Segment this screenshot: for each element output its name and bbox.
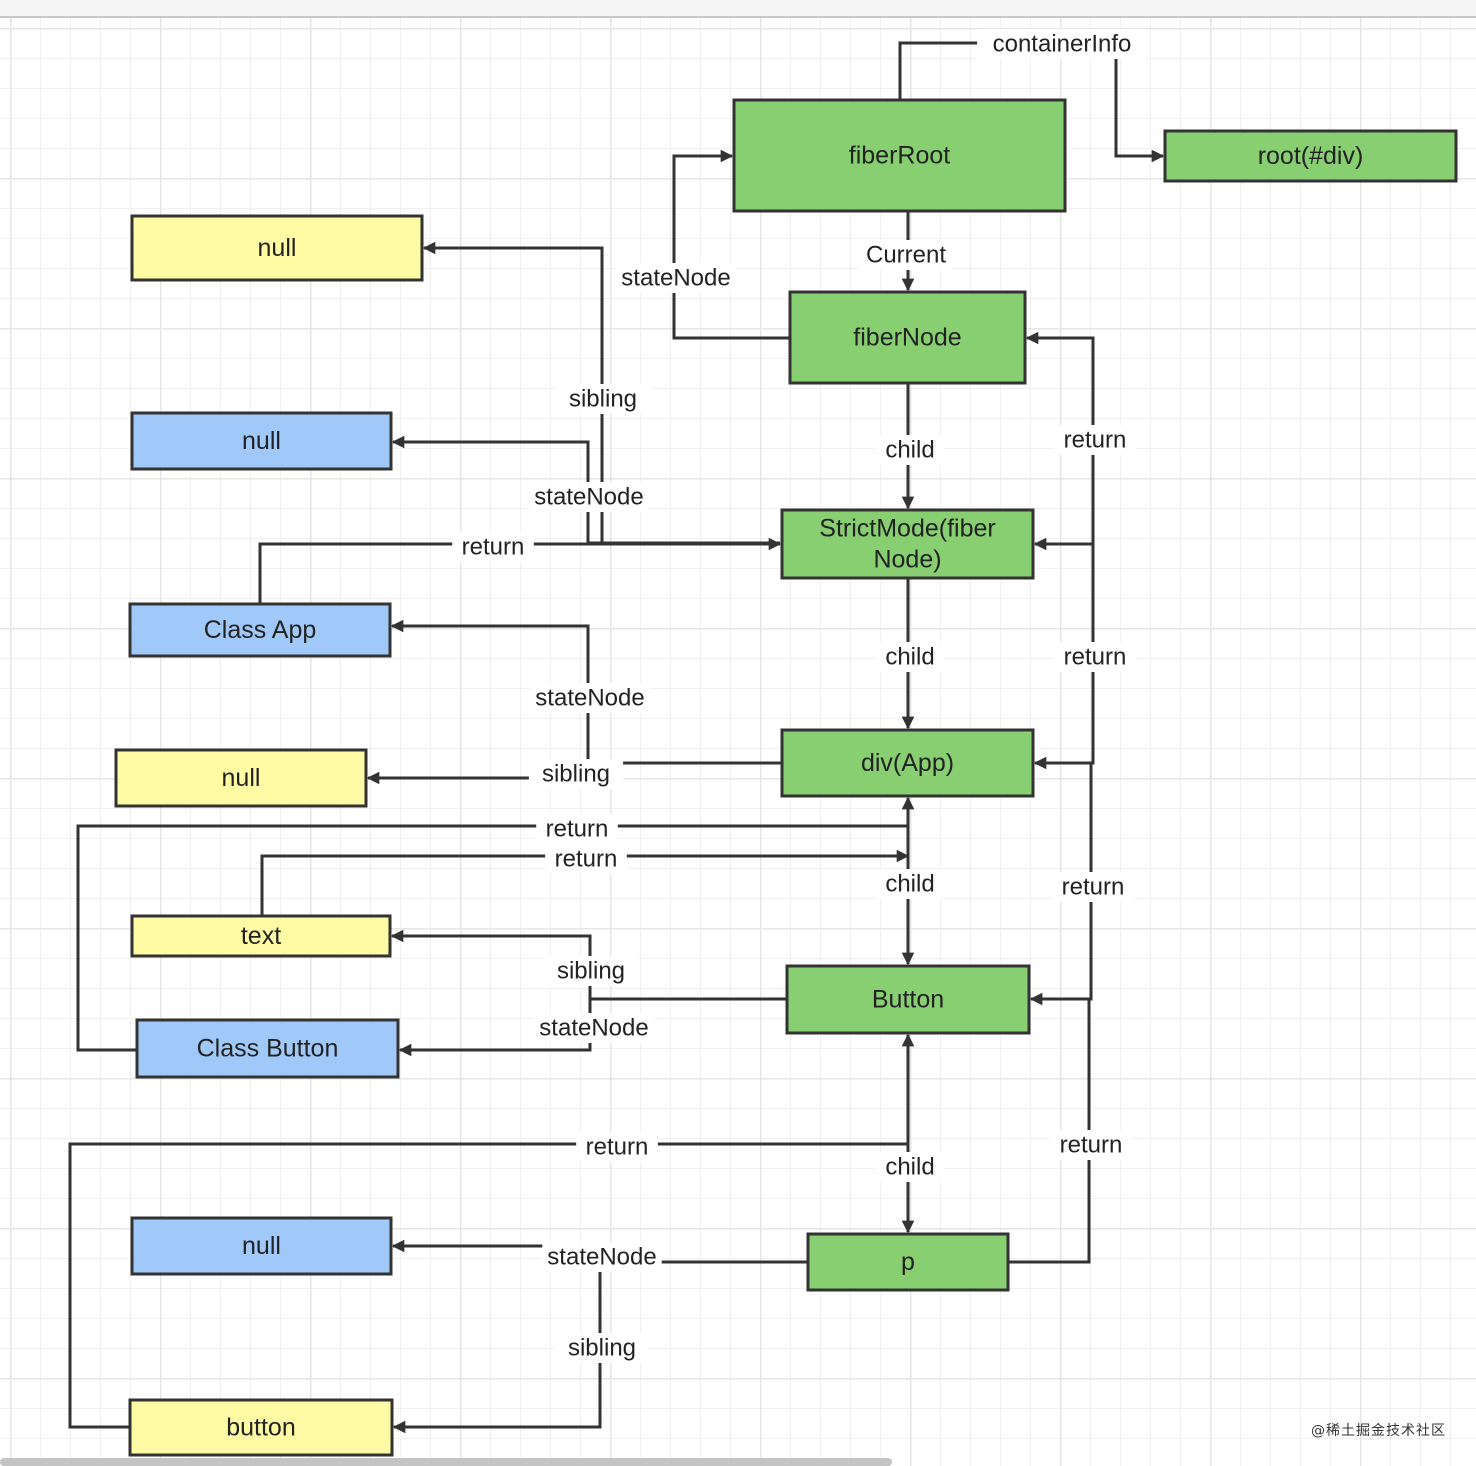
edge-label-child: child bbox=[875, 435, 945, 465]
node-divApp[interactable]: div(App) bbox=[780, 728, 1035, 798]
node-label-line: Node) bbox=[873, 546, 941, 574]
edge-label-text: sibling bbox=[557, 958, 625, 985]
edge-label-child: child bbox=[875, 869, 945, 899]
edge-label-child: child bbox=[875, 642, 945, 672]
edge-label-text: return bbox=[1062, 874, 1125, 901]
horizontal-scrollbar[interactable] bbox=[0, 1458, 892, 1466]
edge-label-sibling: sibling bbox=[554, 1333, 650, 1363]
edge-label-text: return bbox=[555, 846, 618, 873]
edge-label-return: return bbox=[1054, 425, 1136, 455]
edge-label-text: return bbox=[586, 1134, 649, 1161]
edge-label-statenode: stateNode bbox=[534, 1013, 654, 1043]
edge-label-return: return bbox=[452, 532, 534, 562]
node-strictMode[interactable]: StrictMode(fiber Node) bbox=[780, 508, 1035, 580]
edge-label-return: return bbox=[545, 844, 627, 874]
edge-label-text: Current bbox=[866, 242, 946, 269]
edge-label-text: child bbox=[885, 644, 934, 671]
node-label: fiberNode bbox=[853, 324, 961, 352]
edge-label-text: stateNode bbox=[621, 265, 730, 292]
edge-label-text: return bbox=[546, 816, 609, 843]
node-buttonDom[interactable]: button bbox=[128, 1398, 394, 1457]
edge-label-return: return bbox=[1052, 872, 1134, 902]
node-p[interactable]: p bbox=[806, 1232, 1010, 1292]
edge-label-statenode: stateNode bbox=[616, 263, 736, 293]
edge-label-text: containerInfo bbox=[993, 31, 1132, 58]
edge-label-statenode: stateNode bbox=[530, 683, 650, 713]
node-null2[interactable]: null bbox=[130, 411, 393, 471]
edge-label-text: child bbox=[885, 871, 934, 898]
edge-label-sibling: sibling bbox=[543, 956, 639, 986]
node-label: button bbox=[226, 1414, 296, 1442]
node-label: fiberRoot bbox=[849, 142, 950, 170]
edge-label-containerinfo: containerInfo bbox=[977, 29, 1147, 59]
edge-label-text: sibling bbox=[568, 1335, 636, 1362]
node-fiberNode[interactable]: fiberNode bbox=[788, 290, 1027, 385]
node-label: null bbox=[242, 427, 281, 455]
edge-label-return: return bbox=[1054, 642, 1136, 672]
edge-label-return: return bbox=[576, 1132, 658, 1162]
node-label: root(#div) bbox=[1258, 142, 1364, 170]
node-label-line: StrictMode(fiber bbox=[819, 515, 995, 543]
node-label: Class App bbox=[204, 616, 317, 644]
edge-label-return: return bbox=[1050, 1130, 1132, 1160]
edge-label-text: child bbox=[885, 1154, 934, 1181]
node-label: Button bbox=[872, 986, 944, 1014]
node-classButton[interactable]: Class Button bbox=[135, 1018, 400, 1079]
node-text[interactable]: text bbox=[130, 914, 392, 958]
edge-label-text: stateNode bbox=[534, 484, 643, 511]
edge-label-text: return bbox=[1064, 427, 1127, 454]
edge-label-sibling: sibling bbox=[528, 759, 624, 789]
node-label: div(App) bbox=[861, 749, 954, 777]
node-label: text bbox=[241, 922, 281, 950]
node-null1[interactable]: null bbox=[130, 214, 424, 282]
edge-label-child: child bbox=[875, 1152, 945, 1182]
edge-label-text: return bbox=[1060, 1132, 1123, 1159]
edge-label-current: Current bbox=[858, 240, 954, 270]
node-root[interactable]: root(#div) bbox=[1163, 129, 1458, 183]
node-label: Class Button bbox=[197, 1035, 339, 1063]
node-label: null bbox=[258, 234, 297, 262]
node-label: null bbox=[242, 1232, 281, 1260]
node-classApp[interactable]: Class App bbox=[128, 602, 392, 658]
edge-label-text: stateNode bbox=[535, 685, 644, 712]
watermark: @稀土掘金技术社区 bbox=[1311, 1423, 1446, 1439]
node-label: p bbox=[901, 1248, 915, 1276]
node-null4[interactable]: null bbox=[130, 1216, 393, 1276]
node-fiberRoot[interactable]: fiberRoot bbox=[732, 98, 1067, 213]
node-label: null bbox=[222, 764, 261, 792]
edge-label-statenode: stateNode bbox=[542, 1242, 662, 1272]
edge-label-return: return bbox=[536, 814, 618, 844]
edge-label-text: stateNode bbox=[547, 1244, 656, 1271]
edge-label-text: sibling bbox=[542, 761, 610, 788]
edge-label-sibling: sibling bbox=[555, 384, 651, 414]
edge-label-text: stateNode bbox=[539, 1015, 648, 1042]
edge-label-text: child bbox=[885, 437, 934, 464]
edge-label-statenode: stateNode bbox=[529, 482, 649, 512]
edge-label-text: return bbox=[1064, 644, 1127, 671]
edge-label-text: sibling bbox=[569, 386, 637, 413]
node-button[interactable]: Button bbox=[785, 964, 1031, 1035]
fiber-diagram: fiberRoot root(#div) fiberNode StrictMode(f… bbox=[68, 29, 1458, 1457]
edge-label-text: return bbox=[462, 534, 525, 561]
node-null3[interactable]: null bbox=[114, 748, 368, 808]
